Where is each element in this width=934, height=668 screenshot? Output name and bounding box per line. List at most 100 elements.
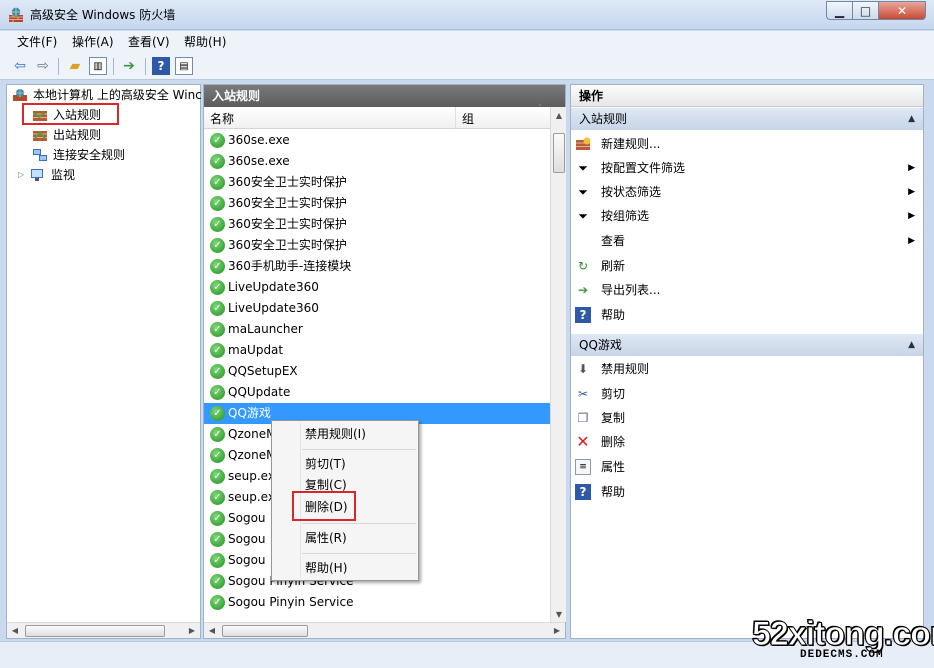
scroll-left-icon[interactable]: ◀: [7, 623, 23, 639]
tree-item-label: 出站规则: [53, 128, 102, 142]
ctx-separator: [302, 449, 416, 450]
menu-help[interactable]: 帮助(H): [184, 34, 226, 50]
action-properties[interactable]: ≡ 属性: [575, 455, 625, 479]
action-label: 剪切: [601, 387, 626, 401]
show-tree-icon[interactable]: ▥: [89, 57, 107, 75]
rule-row[interactable]: ✓ 360安全卫士实时保护: [204, 172, 550, 193]
collapse-arrow-icon[interactable]: ▲: [908, 108, 915, 130]
enabled-check-icon: ✓: [210, 238, 225, 253]
tree-item-connection-security[interactable]: 连接安全规则: [32, 145, 125, 165]
scroll-thumb[interactable]: [222, 624, 308, 637]
enabled-check-icon: ✓: [210, 259, 225, 274]
toolbar-separator: [145, 58, 146, 75]
menu-file[interactable]: 文件(F): [17, 34, 57, 50]
tree-item-label: 监视: [51, 168, 76, 182]
rule-row[interactable]: ✓ 360se.exe: [204, 151, 550, 172]
scroll-up-icon[interactable]: ▲: [551, 107, 567, 123]
rule-row[interactable]: ✓ 360安全卫士实时保护: [204, 214, 550, 235]
action-view[interactable]: 查看 ▶: [575, 229, 921, 253]
rule-row[interactable]: ✓ maUpdat: [204, 340, 550, 361]
rule-row[interactable]: ✓ 360安全卫士实时保护: [204, 235, 550, 256]
help-icon[interactable]: ?: [152, 57, 170, 75]
action-help-2[interactable]: ? 帮助: [575, 480, 625, 504]
export-icon: ➔: [577, 283, 589, 297]
rule-name: LiveUpdate360: [228, 280, 319, 294]
scroll-right-icon[interactable]: ▶: [549, 623, 565, 639]
action-export-list[interactable]: ➔ 导出列表...: [575, 278, 660, 302]
action-refresh[interactable]: ↻ 刷新: [575, 254, 625, 278]
rule-row[interactable]: ✓ 360se.exe: [204, 130, 550, 151]
action-delete[interactable]: ✕ 删除: [575, 430, 625, 454]
submenu-arrow-icon: ▶: [908, 163, 915, 173]
rule-row[interactable]: ✓ LiveUpdate360: [204, 277, 550, 298]
enabled-check-icon: ✓: [210, 511, 225, 526]
menu-action[interactable]: 操作(A): [72, 34, 114, 50]
scroll-right-icon[interactable]: ▶: [184, 623, 200, 639]
menu-view[interactable]: 查看(V): [128, 34, 170, 50]
export-list-icon[interactable]: ➔: [120, 57, 138, 75]
tree-pane: 本地计算机 上的高级安全 Winc 入站规则 出站规则 连接安全规则 ▷ 监视 …: [6, 84, 202, 639]
action-label: 刷新: [601, 259, 626, 273]
collapse-arrow-icon[interactable]: ▲: [908, 334, 915, 356]
action-filter-profile[interactable]: ⏷ 按配置文件筛选 ▶: [575, 156, 921, 180]
rule-row[interactable]: ✓ Sogou Pinyin Service: [204, 592, 550, 613]
ctx-help[interactable]: 帮助(H): [305, 560, 347, 576]
highlight-box-delete: [292, 491, 356, 521]
section-title: QQ游戏: [579, 338, 622, 352]
action-help[interactable]: ? 帮助: [575, 303, 625, 327]
ctx-disable-rule[interactable]: 禁用规则(I): [305, 426, 366, 442]
rules-horizontal-scrollbar[interactable]: ◀ ▶: [204, 622, 565, 638]
section-inbound-rules[interactable]: 入站规则 ▲: [571, 108, 923, 130]
scroll-down-icon[interactable]: ▼: [551, 606, 567, 622]
column-header: 名称 组 ˄: [204, 104, 550, 129]
scroll-thumb[interactable]: [553, 133, 565, 173]
section-title: 入站规则: [579, 112, 628, 126]
toolbar: ⇦ ⇨ ▰ ▥ ➔ ? ▤: [0, 53, 934, 80]
action-cut[interactable]: ✂ 剪切: [575, 382, 625, 406]
disable-icon: ⬇: [577, 362, 589, 376]
action-disable-rule[interactable]: ⬇ 禁用规则: [575, 357, 649, 381]
tree-horizontal-scrollbar[interactable]: ◀ ▶: [7, 622, 200, 638]
column-group[interactable]: 组: [462, 110, 474, 127]
connection-security-icon: [33, 149, 47, 161]
forward-arrow-icon[interactable]: ⇨: [34, 57, 52, 75]
up-folder-icon[interactable]: ▰: [66, 57, 84, 75]
enabled-check-icon: ✓: [210, 196, 225, 211]
action-filter-state[interactable]: ⏷ 按状态筛选 ▶: [575, 180, 921, 204]
minimize-button[interactable]: ▁: [826, 1, 853, 20]
tree-item-outbound-rules[interactable]: 出站规则: [32, 125, 101, 145]
rule-row[interactable]: ✓ LiveUpdate360: [204, 298, 550, 319]
rule-name: Sogou Pinyin Service: [228, 595, 354, 609]
enabled-check-icon: ✓: [210, 322, 225, 337]
close-button[interactable]: ✕: [878, 1, 926, 20]
action-new-rule[interactable]: 新建规则...: [575, 132, 660, 156]
action-copy[interactable]: ❐ 复制: [575, 406, 625, 430]
enabled-check-icon: ✓: [210, 406, 225, 421]
action-filter-group[interactable]: ⏷ 按组筛选 ▶: [575, 204, 921, 228]
back-arrow-icon[interactable]: ⇦: [11, 57, 29, 75]
ctx-cut[interactable]: 剪切(T): [305, 456, 346, 472]
rule-row[interactable]: ✓ QQSetupEX: [204, 361, 550, 382]
copy-icon: ❐: [577, 411, 589, 425]
scroll-thumb[interactable]: [25, 624, 165, 637]
ctx-properties[interactable]: 属性(R): [305, 530, 347, 546]
expand-arrow-icon[interactable]: ▷: [18, 165, 30, 185]
rules-vertical-scrollbar[interactable]: ▲ ▼: [550, 107, 566, 622]
tree-item-monitor[interactable]: ▷ 监视: [18, 165, 75, 185]
action-label: 属性: [601, 460, 626, 474]
rule-row[interactable]: ✓ maLauncher: [204, 319, 550, 340]
rule-row[interactable]: ✓ 360手机助手-连接模块: [204, 256, 550, 277]
rule-name: seup.ex: [228, 469, 275, 483]
scroll-left-icon[interactable]: ◀: [204, 623, 220, 639]
show-action-pane-icon[interactable]: ▤: [175, 57, 193, 75]
rule-row[interactable]: ✓ 360安全卫士实时保护: [204, 193, 550, 214]
maximize-button[interactable]: □: [852, 1, 879, 20]
rule-name: Sogou: [228, 532, 266, 546]
tree-root[interactable]: 本地计算机 上的高级安全 Winc: [12, 85, 202, 105]
cut-icon: ✂: [577, 387, 589, 401]
enabled-check-icon: ✓: [210, 532, 225, 547]
action-label: 查看: [601, 234, 626, 248]
column-name[interactable]: 名称: [210, 110, 234, 127]
rule-row[interactable]: ✓ QQUpdate: [204, 382, 550, 403]
section-qq-game[interactable]: QQ游戏 ▲: [571, 334, 923, 356]
